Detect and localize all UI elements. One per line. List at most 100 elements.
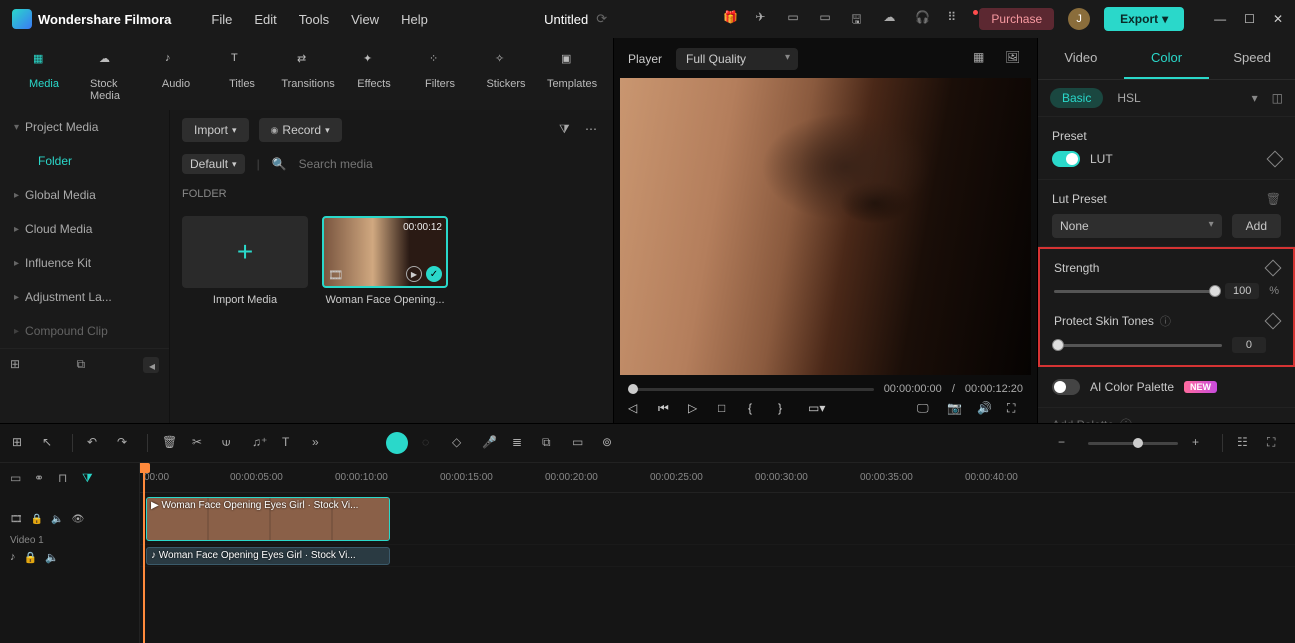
track-height-icon[interactable]: ☷ (1237, 435, 1253, 451)
bin-icon[interactable]: ⧉ (77, 357, 93, 373)
tab-templates[interactable]: ▣Templates (544, 48, 600, 106)
lock-icon[interactable]: 🔒 (31, 514, 43, 525)
tab-transitions[interactable]: ⇄Transitions (280, 48, 336, 106)
sidebar-global-media[interactable]: ▸Global Media (0, 178, 169, 212)
tab-color[interactable]: Color (1124, 38, 1210, 79)
purchase-button[interactable]: Purchase (979, 8, 1054, 30)
tool-layout-icon[interactable]: ⊞ (12, 435, 28, 451)
import-button[interactable]: Import▾ (182, 118, 249, 142)
visibility-icon[interactable]: 👁 (72, 514, 85, 525)
magnet-icon[interactable]: ⊓ (58, 471, 72, 485)
subtab-basic[interactable]: Basic (1050, 88, 1103, 108)
quality-select[interactable]: Full Quality (676, 48, 798, 70)
playhead[interactable] (143, 463, 145, 643)
mark-in-button[interactable]: { (748, 401, 764, 417)
keyframe-diamond-icon[interactable] (1265, 313, 1282, 330)
tab-effects[interactable]: ✦Effects (346, 48, 402, 106)
menu-view[interactable]: View (351, 12, 379, 27)
display-button[interactable]: 🖵 (917, 401, 933, 417)
link-icon[interactable]: ⚭ (34, 471, 48, 485)
tool-keyframe-icon[interactable]: ◇ (452, 435, 468, 451)
play-button[interactable]: ▷ (688, 401, 704, 417)
fit-timeline-icon[interactable]: ⛶ (1267, 435, 1283, 451)
delete-button[interactable]: 🗑 (162, 435, 178, 451)
fullscreen-button[interactable]: ⛶ (1007, 401, 1023, 417)
filter-icon[interactable]: ⧩ (559, 122, 575, 138)
ai-tool-button[interactable] (386, 432, 408, 454)
more-tools-button[interactable]: » (312, 435, 328, 451)
marker-icon[interactable]: ⧩ (82, 471, 96, 485)
sidebar-adjustment-layer[interactable]: ▸Adjustment La... (0, 280, 169, 314)
cloud-icon[interactable]: ☁ (883, 10, 901, 28)
preview-canvas[interactable] (620, 78, 1031, 375)
preview-play-icon[interactable]: ▶ (406, 266, 422, 282)
chevron-down-icon[interactable]: ▾ (1252, 91, 1258, 105)
tab-stock[interactable]: ☁Stock Media (82, 48, 138, 106)
volume-button[interactable]: 🔊 (977, 401, 993, 417)
video-clip[interactable]: ▶ Woman Face Opening Eyes Girl · Stock V… (146, 497, 390, 541)
slider-knob[interactable] (1209, 285, 1221, 297)
crop-button[interactable]: ⟒ (222, 435, 238, 451)
info-icon[interactable]: ⓘ (1160, 313, 1171, 329)
tab-titles[interactable]: TTitles (214, 48, 270, 106)
audio-clip[interactable]: ♪ Woman Face Opening Eyes Girl · Stock V… (146, 547, 390, 565)
zoom-out-button[interactable]: − (1058, 435, 1074, 451)
skin-slider[interactable] (1054, 344, 1222, 347)
tab-stickers[interactable]: ✧Stickers (478, 48, 534, 106)
delete-icon[interactable]: 🗑 (1266, 192, 1281, 206)
keyframe-diamond-icon[interactable] (1267, 151, 1284, 168)
step-back-button[interactable]: ⏮ (658, 401, 674, 417)
tab-audio[interactable]: ♪Audio (148, 48, 204, 106)
tab-media[interactable]: ▦Media (16, 48, 72, 106)
keyframe-diamond-icon[interactable] (1265, 260, 1282, 277)
user-avatar[interactable]: J (1068, 8, 1090, 30)
collapse-sidebar-icon[interactable]: ◂ (143, 357, 159, 373)
sidebar-influence-kit[interactable]: ▸Influence Kit (0, 246, 169, 280)
redo-button[interactable]: ↷ (117, 435, 133, 451)
audio-track[interactable]: ♪ Woman Face Opening Eyes Girl · Stock V… (140, 545, 1295, 567)
tool-group-icon[interactable]: ⧉ (542, 435, 558, 451)
grid-icon[interactable]: ▦ (973, 50, 991, 68)
record-button[interactable]: ◉Record▾ (259, 118, 342, 142)
maximize-button[interactable]: ☐ (1244, 12, 1255, 26)
compare-icon[interactable]: ◫ (1272, 91, 1283, 105)
audio-track-header[interactable]: ♪ 🔒 🔈 (0, 546, 139, 568)
seek-bar[interactable] (628, 388, 874, 391)
tab-video[interactable]: Video (1038, 38, 1124, 79)
gift-icon[interactable]: 🎁 (723, 10, 741, 28)
zoom-knob[interactable] (1133, 438, 1143, 448)
lock-icon[interactable]: 🔒 (24, 551, 38, 564)
menu-help[interactable]: Help (401, 12, 428, 27)
lut-toggle[interactable] (1052, 151, 1080, 167)
prev-frame-button[interactable]: ◁ (628, 401, 644, 417)
tool-mic-icon[interactable]: 🎤 (482, 435, 498, 451)
new-folder-icon[interactable]: ⊞ (10, 357, 26, 373)
tool-select-icon[interactable]: ↖ (42, 435, 58, 451)
phone-icon[interactable]: ▭ (787, 10, 805, 28)
stop-button[interactable]: □ (718, 401, 734, 417)
sidebar-compound-clip[interactable]: ▸Compound Clip (0, 314, 169, 348)
menu-edit[interactable]: Edit (254, 12, 276, 27)
picture-icon[interactable]: 🖼 (1005, 50, 1023, 68)
timeline-tracks[interactable]: 00:00 00:00:05:00 00:00:10:00 00:00:15:0… (140, 463, 1295, 643)
mark-out-button[interactable]: } (778, 401, 794, 417)
seek-handle[interactable] (628, 384, 638, 394)
menu-file[interactable]: File (211, 12, 232, 27)
tab-speed[interactable]: Speed (1209, 38, 1295, 79)
lut-preset-select[interactable]: None (1052, 214, 1222, 238)
zoom-in-button[interactable]: + (1192, 435, 1208, 451)
track-options-icon[interactable]: ▭ (10, 471, 24, 485)
minimize-button[interactable]: — (1214, 12, 1226, 26)
device-icon[interactable]: ▭ (819, 10, 837, 28)
strength-slider[interactable] (1054, 290, 1215, 293)
media-clip-card[interactable]: 00:00:12 🎞 ▶ ✓ Woman Face Opening... (322, 216, 448, 306)
slider-knob[interactable] (1052, 339, 1064, 351)
save-icon[interactable]: 🖫 (851, 10, 869, 28)
undo-button[interactable]: ↶ (87, 435, 103, 451)
export-button[interactable]: Export▾ (1104, 7, 1184, 31)
zoom-slider[interactable] (1088, 442, 1178, 445)
video-track[interactable]: ▶ Woman Face Opening Eyes Girl · Stock V… (140, 493, 1295, 545)
apps-icon[interactable]: ⠿ (947, 10, 965, 28)
search-input[interactable] (299, 157, 459, 171)
skin-value[interactable]: 0 (1232, 337, 1266, 353)
